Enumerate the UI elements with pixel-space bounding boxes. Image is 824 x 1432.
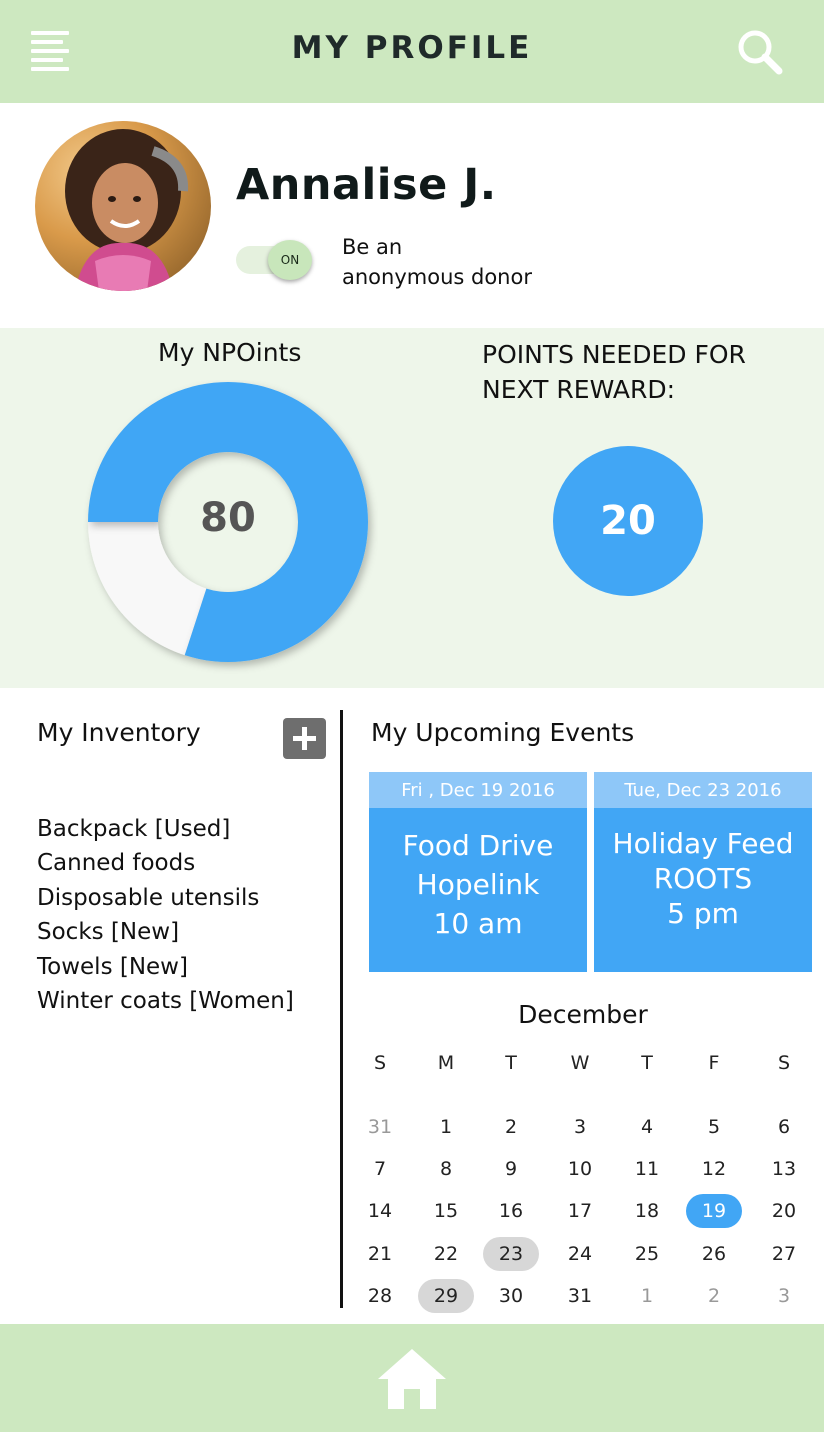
calendar-day[interactable]: 10 bbox=[552, 1152, 608, 1186]
calendar-day[interactable]: 12 bbox=[686, 1152, 742, 1186]
calendar-weekday: T bbox=[505, 1052, 517, 1074]
event-card-holiday-feed[interactable]: Tue, Dec 23 2016 Holiday Feed ROOTS 5 pm bbox=[594, 772, 812, 972]
calendar-day[interactable]: 9 bbox=[483, 1152, 539, 1186]
points-title: My NPOints bbox=[158, 338, 302, 367]
event-name: Food Drive bbox=[402, 829, 554, 862]
calendar-day[interactable]: 7 bbox=[352, 1152, 408, 1186]
inventory-item[interactable]: Disposable utensils bbox=[37, 881, 294, 915]
calendar-day[interactable]: 22 bbox=[418, 1237, 474, 1271]
reward-points-value: 20 bbox=[600, 498, 656, 544]
avatar[interactable] bbox=[35, 121, 211, 291]
calendar-day[interactable]: 14 bbox=[352, 1194, 408, 1228]
calendar-day[interactable]: 6 bbox=[756, 1110, 812, 1144]
calendar-day[interactable]: 16 bbox=[483, 1194, 539, 1228]
calendar-day[interactable]: 27 bbox=[756, 1237, 812, 1271]
inventory-item[interactable]: Canned foods bbox=[37, 846, 294, 880]
home-icon[interactable] bbox=[376, 1345, 448, 1411]
calendar-day[interactable]: 31 bbox=[352, 1110, 408, 1144]
calendar-weekday: S bbox=[777, 1052, 791, 1074]
calendar-day[interactable]: 4 bbox=[619, 1110, 675, 1144]
page-title: MY PROFILE bbox=[291, 30, 533, 66]
calendar-day[interactable]: 5 bbox=[686, 1110, 742, 1144]
calendar-weekday: S bbox=[373, 1052, 387, 1074]
calendar-day[interactable]: 23 bbox=[483, 1237, 539, 1271]
calendar-day[interactable]: 1 bbox=[619, 1279, 675, 1313]
inventory-list: Backpack [Used] Canned foods Disposable … bbox=[37, 812, 294, 1018]
calendar-day[interactable]: 31 bbox=[552, 1279, 608, 1313]
inventory-item[interactable]: Socks [New] bbox=[37, 915, 294, 949]
event-organization: ROOTS bbox=[653, 862, 753, 895]
event-name: Holiday Feed bbox=[612, 827, 794, 860]
app-header: MY PROFILE bbox=[0, 0, 824, 103]
calendar-day[interactable]: 26 bbox=[686, 1237, 742, 1271]
search-icon[interactable] bbox=[736, 28, 784, 76]
event-date: Fri , Dec 19 2016 bbox=[369, 772, 587, 808]
inventory-item[interactable]: Backpack [Used] bbox=[37, 812, 294, 846]
donut-remaining-arc bbox=[88, 522, 207, 656]
toggle-label: Be an anonymous donor bbox=[342, 232, 602, 292]
calendar-weekday: T bbox=[641, 1052, 653, 1074]
reward-points-badge: 20 bbox=[553, 446, 703, 596]
calendar-day[interactable]: 19 bbox=[686, 1194, 742, 1228]
calendar-day[interactable]: 2 bbox=[686, 1279, 742, 1313]
calendar-day[interactable]: 1 bbox=[418, 1110, 474, 1144]
calendar-day[interactable]: 3 bbox=[756, 1279, 812, 1313]
event-details: Food Drive Hopelink 10 am bbox=[369, 808, 587, 943]
calendar-day[interactable]: 30 bbox=[483, 1279, 539, 1313]
calendar-day[interactable]: 18 bbox=[619, 1194, 675, 1228]
points-value: 80 bbox=[200, 495, 256, 541]
calendar-day[interactable]: 25 bbox=[619, 1237, 675, 1271]
reward-title: POINTS NEEDED FOR NEXT REWARD: bbox=[482, 337, 812, 407]
event-organization: Hopelink bbox=[416, 868, 540, 901]
event-time: 10 am bbox=[433, 907, 523, 940]
calendar-day[interactable]: 21 bbox=[352, 1237, 408, 1271]
calendar-day[interactable]: 2 bbox=[483, 1110, 539, 1144]
calendar-day[interactable]: 17 bbox=[552, 1194, 608, 1228]
reward-title-line2: NEXT REWARD: bbox=[482, 375, 676, 404]
reward-title-line1: POINTS NEEDED FOR bbox=[482, 340, 746, 369]
toggle-knob: ON bbox=[268, 240, 312, 280]
toggle-label-line1: Be an bbox=[342, 235, 403, 259]
add-inventory-button[interactable] bbox=[283, 718, 326, 759]
calendar-day[interactable]: 29 bbox=[418, 1279, 474, 1313]
event-time: 5 pm bbox=[667, 897, 739, 930]
profile-name: Annalise J. bbox=[236, 160, 497, 210]
calendar-weekday: M bbox=[437, 1052, 455, 1074]
events-title: My Upcoming Events bbox=[371, 718, 635, 747]
calendar-day[interactable]: 11 bbox=[619, 1152, 675, 1186]
section-divider bbox=[340, 710, 343, 1308]
event-details: Holiday Feed ROOTS 5 pm bbox=[594, 808, 812, 931]
calendar-day[interactable]: 24 bbox=[552, 1237, 608, 1271]
event-card-food-drive[interactable]: Fri , Dec 19 2016 Food Drive Hopelink 10… bbox=[369, 772, 587, 972]
calendar-month: December bbox=[518, 1000, 648, 1029]
calendar-day[interactable]: 28 bbox=[352, 1279, 408, 1313]
inventory-item[interactable]: Towels [New] bbox=[37, 950, 294, 984]
inventory-item[interactable]: Winter coats [Women] bbox=[37, 984, 294, 1018]
calendar-weekday: F bbox=[708, 1052, 720, 1074]
calendar-weekday: W bbox=[570, 1052, 590, 1074]
calendar-day[interactable]: 3 bbox=[552, 1110, 608, 1144]
anonymous-donor-toggle[interactable]: ON bbox=[236, 240, 316, 284]
toggle-label-line2: anonymous donor bbox=[342, 265, 532, 289]
calendar-day[interactable]: 20 bbox=[756, 1194, 812, 1228]
inventory-title: My Inventory bbox=[37, 718, 201, 747]
event-date: Tue, Dec 23 2016 bbox=[594, 772, 812, 808]
calendar-day[interactable]: 13 bbox=[756, 1152, 812, 1186]
calendar-day[interactable]: 8 bbox=[418, 1152, 474, 1186]
calendar-day[interactable]: 15 bbox=[418, 1194, 474, 1228]
